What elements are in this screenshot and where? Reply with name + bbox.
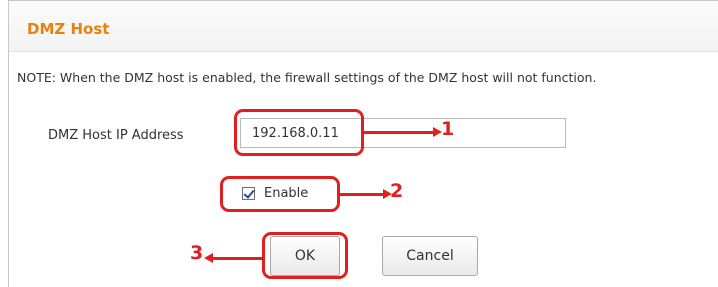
callout-number-3: 3 [190, 242, 204, 264]
callout-arrow-1-icon [364, 127, 442, 137]
ok-highlight-box [262, 232, 348, 279]
panel-title: DMZ Host [27, 20, 110, 38]
callout-number-1: 1 [441, 118, 455, 140]
enable-highlight-box [220, 176, 340, 212]
dmz-note: NOTE: When the DMZ host is enabled, the … [17, 70, 597, 85]
dmz-ip-label: DMZ Host IP Address [48, 128, 184, 143]
panel-header: DMZ Host [9, 1, 718, 52]
callout-number-2: 2 [390, 180, 404, 202]
callout-arrow-2-icon [340, 189, 392, 199]
ip-highlight-box [234, 109, 364, 156]
callout-arrow-3-icon [204, 253, 262, 263]
cancel-button[interactable]: Cancel [382, 236, 478, 276]
